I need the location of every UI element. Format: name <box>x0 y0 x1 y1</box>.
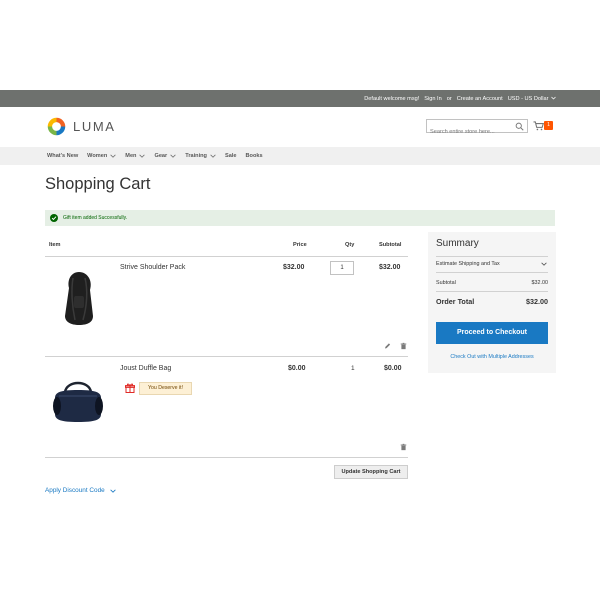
cart-count-badge: 1 <box>544 121 553 130</box>
nav-item-gear[interactable]: Gear <box>154 153 176 159</box>
chevron-down-icon <box>541 262 547 266</box>
product-image[interactable] <box>51 376 105 424</box>
nav-item-women[interactable]: Women <box>87 153 116 159</box>
product-name-link[interactable]: Strive Shoulder Pack <box>120 264 185 271</box>
update-cart-button[interactable]: Update Shopping Cart <box>334 465 408 479</box>
summary-title: Summary <box>436 238 479 249</box>
check-circle-icon <box>50 214 58 222</box>
gift-badge: You Deserve it! <box>139 382 192 395</box>
welcome-message: Default welcome msg! <box>364 95 420 102</box>
discount-label: Apply Discount Code <box>45 487 105 494</box>
edit-icon[interactable] <box>384 342 391 350</box>
chevron-down-icon <box>170 154 176 158</box>
column-header-subtotal: Subtotal <box>379 242 402 248</box>
order-total-label: Order Total <box>436 297 475 306</box>
column-header-item: Item <box>49 242 61 248</box>
search-icon[interactable] <box>515 122 524 131</box>
sign-in-link[interactable]: Sign In <box>424 96 441 102</box>
item-price: $0.00 <box>288 365 306 372</box>
nav-item-training[interactable]: Training <box>185 153 216 159</box>
column-header-price: Price <box>293 242 307 248</box>
item-subtotal: $32.00 <box>379 264 401 271</box>
nav-item-books[interactable]: Books <box>246 153 263 159</box>
logo-text: LUMA <box>73 119 116 134</box>
top-links: Default welcome msg! Sign In or Create a… <box>364 90 556 107</box>
qty-input[interactable]: 1 <box>330 261 354 275</box>
estimate-shipping-toggle[interactable]: Estimate Shipping and Tax <box>436 257 548 271</box>
item-subtotal: $0.00 <box>384 365 402 372</box>
product-image[interactable] <box>61 270 97 326</box>
logo-icon <box>47 117 66 136</box>
chevron-down-icon <box>210 154 216 158</box>
subtotal-label: Subtotal <box>436 280 456 286</box>
search-input[interactable] <box>427 126 511 138</box>
trash-icon[interactable] <box>400 443 407 451</box>
nav-label: Women <box>87 153 108 159</box>
message-text: Gift item added Successfully. <box>63 215 128 221</box>
order-summary: Summary Estimate Shipping and Tax Subtot… <box>428 232 556 373</box>
cart-icon <box>533 121 544 131</box>
nav-label: Men <box>125 153 137 159</box>
chevron-down-icon <box>110 154 116 158</box>
minicart-button[interactable]: 1 <box>533 120 555 134</box>
header: LUMA 1 <box>0 107 600 147</box>
nav-label: Sale <box>224 153 237 159</box>
divider <box>45 256 408 257</box>
nav-label: What's New <box>47 153 79 159</box>
or-text: or <box>446 95 452 102</box>
nav-item-men[interactable]: Men <box>125 153 146 159</box>
logo[interactable]: LUMA <box>46 116 116 137</box>
apply-discount-toggle[interactable]: Apply Discount Code <box>45 487 116 494</box>
chevron-down-icon <box>109 489 116 493</box>
divider <box>45 356 408 357</box>
success-message: Gift item added Successfully. <box>45 210 555 226</box>
multiple-addresses-link[interactable]: Check Out with Multiple Addresses <box>436 354 548 360</box>
nav-label: Books <box>245 153 263 159</box>
trash-icon[interactable] <box>400 342 407 350</box>
nav-label: Gear <box>154 153 168 159</box>
page-title: Shopping Cart <box>45 175 151 193</box>
nav-item-whats-new[interactable]: What's New <box>47 153 78 159</box>
divider <box>436 291 548 292</box>
divider <box>436 272 548 273</box>
currency-label: USD - US Dollar <box>507 95 549 102</box>
divider <box>45 457 408 458</box>
order-total-value: $32.00 <box>526 297 548 306</box>
chevron-down-icon <box>139 154 146 158</box>
search-box <box>426 119 528 138</box>
subtotal-row: Subtotal $32.00 <box>436 280 548 286</box>
estimate-label: Estimate Shipping and Tax <box>436 261 500 267</box>
product-name-link[interactable]: Joust Duffle Bag <box>120 365 171 372</box>
nav-item-sale[interactable]: Sale <box>225 153 237 159</box>
create-account-link[interactable]: Create an Account <box>457 96 503 102</box>
currency-switcher[interactable]: USD - US Dollar <box>508 96 556 102</box>
nav-label: Training <box>185 153 207 159</box>
main-nav: What's New Women Men Gear Training Sale … <box>0 147 600 165</box>
top-bar: Default welcome msg! Sign In or Create a… <box>0 90 600 107</box>
column-header-qty: Qty <box>345 242 355 248</box>
chevron-down-icon <box>551 96 556 100</box>
item-price: $32.00 <box>283 264 305 271</box>
subtotal-value: $32.00 <box>531 280 549 286</box>
item-qty: 1 <box>351 365 355 372</box>
gift-icon <box>125 383 135 393</box>
order-total-row: Order Total $32.00 <box>436 297 548 306</box>
proceed-to-checkout-button[interactable]: Proceed to Checkout <box>436 322 548 344</box>
